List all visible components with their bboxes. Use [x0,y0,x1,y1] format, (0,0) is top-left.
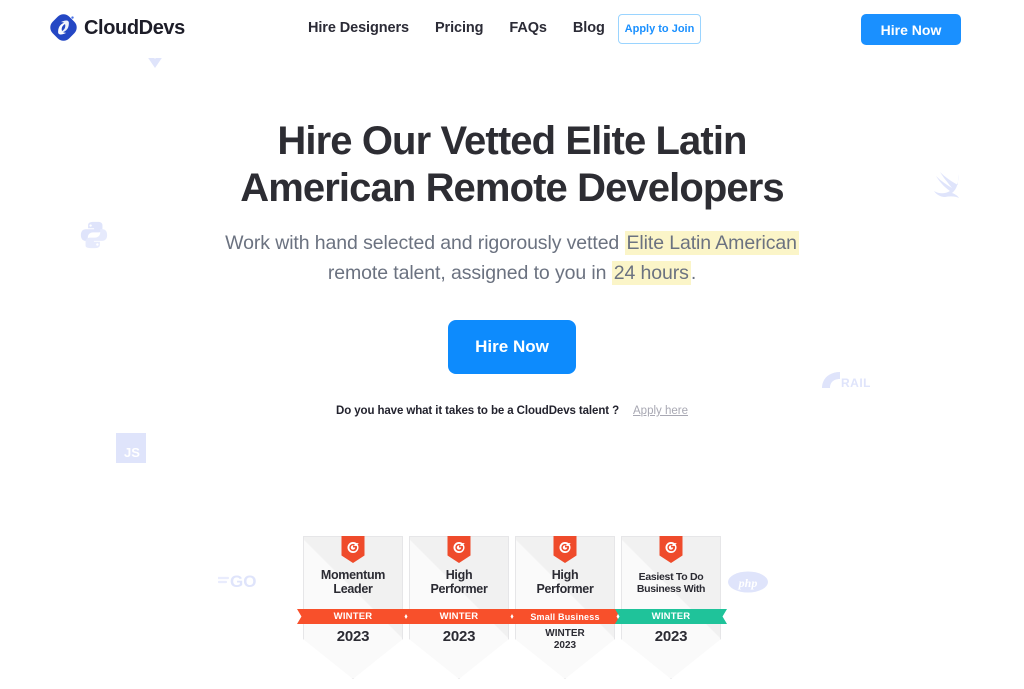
hero-hire-now-button[interactable]: Hire Now [448,320,576,375]
badge-ribbon: WINTER [297,609,409,624]
g2-badge: Momentum Leader WINTER 2023 [297,536,409,679]
nav-link-pricing[interactable]: Pricing [435,20,484,36]
nav-link-blog[interactable]: Blog [573,20,605,36]
talent-prompt-row: Do you have what it takes to be a CloudD… [0,405,1024,417]
apply-to-join-button[interactable]: Apply to Join [618,14,701,44]
nav-link-faqs[interactable]: FAQs [509,20,547,36]
brand-name: CloudDevs [84,16,185,39]
badge-title-line-1: High [551,568,579,582]
g2-badge: High Performer Small Business WINTER 202… [509,536,621,679]
subhead-highlight-1: Elite Latin American [624,230,799,255]
talent-prompt-text: Do you have what it takes to be a CloudD… [336,405,619,418]
g2-badge: Easiest To Do Business With WINTER 2023 [615,536,727,679]
badge-title-line-2: Performer [536,582,594,597]
site-header: CloudDevs Hire Designers Pricing FAQs Bl… [0,0,1024,58]
g2-badge: High Performer WINTER 2023 [403,536,515,679]
header-hire-now-button[interactable]: Hire Now [861,14,961,45]
badge-sub-line-1: WINTER [545,628,585,639]
javascript-logo-decor: JS [116,433,146,468]
badge-subtext: WINTER 2023 [515,628,615,651]
badge-title-line-1: Momentum [320,568,386,582]
badge-title: High Performer [411,568,507,596]
badge-year: 2023 [654,628,688,645]
badge-title-line-2: Performer [430,582,488,597]
hero-subheadline: Work with hand selected and rigorously v… [212,228,812,288]
badge-title-line-2: Business With [636,582,706,595]
badge-ribbon: WINTER [615,609,727,624]
hero-cta-container: Hire Now [0,320,1024,375]
badge-title-line-1: Easiest To Do [638,571,704,583]
badge-title-line-1: High [445,568,473,582]
badge-year: 2023 [442,628,476,645]
badge-ribbon: Small Business [509,609,621,624]
badge-ribbon: WINTER [403,609,515,624]
badge-year: 2023 [336,628,370,645]
headline-line-1: Hire Our Vetted Elite Latin [277,119,747,163]
badge-sub-line-2: 2023 [553,639,577,651]
page-root: JS GO php RAILS [0,0,1024,689]
badge-title: Momentum Leader [305,568,401,596]
subhead-text-part-3: . [690,261,697,284]
brand-logo[interactable]: CloudDevs [50,14,185,41]
headline-line-2: American Remote Developers [240,165,784,210]
svg-text:JS: JS [124,445,140,460]
nav-link-hire-designers[interactable]: Hire Designers [308,20,409,36]
page-title: Hire Our Vetted Elite Latin American Rem… [0,118,1024,212]
g2-badges-row: Momentum Leader WINTER 2023 High Perform… [0,536,1024,679]
clouddevs-diamond-icon [50,14,77,41]
hero-section: Hire Our Vetted Elite Latin American Rem… [0,58,1024,417]
badge-title-line-2: Leader [333,582,373,597]
subhead-text-part-1: Work with hand selected and rigorously v… [225,231,625,254]
badge-title: Easiest To Do Business With [623,571,719,596]
subhead-text-part-2: remote talent, assigned to you in [327,261,612,284]
badge-title: High Performer [517,568,613,596]
subhead-highlight-2: 24 hours [611,260,691,285]
main-nav: Hire Designers Pricing FAQs Blog [308,20,605,36]
apply-here-link[interactable]: Apply here [633,405,688,417]
